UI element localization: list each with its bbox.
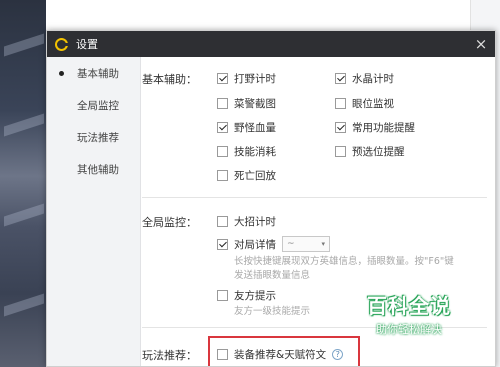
sidebar-item-label: 其他辅助 (77, 163, 119, 176)
watermark-subtitle: 助你轻松解决 (376, 323, 442, 336)
sidebar-item-play[interactable]: 玩法推荐 (47, 123, 140, 151)
close-button[interactable]: × (471, 34, 491, 54)
art-streak (4, 33, 44, 57)
hotkey-select[interactable]: ~ ▾ (282, 236, 330, 252)
checkbox[interactable] (217, 122, 228, 133)
checkbox[interactable] (217, 349, 228, 360)
option-preselect-reminder[interactable]: 预选位提醒 (335, 144, 405, 159)
option-match-detail[interactable]: 对局详情 ~ ▾ (217, 236, 330, 252)
option-ally-hint[interactable]: 友方提示 (217, 288, 276, 303)
checkbox[interactable] (335, 98, 346, 109)
help-icon[interactable]: ? (332, 349, 344, 360)
watermark-title: 百科全说 (367, 294, 451, 318)
checkbox[interactable] (217, 73, 228, 84)
match-detail-hint: 长按快捷键展现双方英雄信息，插眼数量。按"F6"键 (234, 256, 454, 267)
checkbox[interactable] (217, 146, 228, 157)
chevron-down-icon: ▾ (321, 240, 325, 248)
checkbox[interactable] (217, 170, 228, 181)
sidebar-item-monitor[interactable]: 全局监控 (47, 91, 140, 119)
checkbox[interactable] (335, 122, 346, 133)
match-detail-hint-2: 发送插眼数量信息 (234, 270, 311, 281)
sidebar-item-basic[interactable]: 基本辅助 (47, 59, 140, 87)
background-top (0, 0, 500, 16)
watermark: 百科全说 助你轻松解决 (350, 290, 468, 337)
settings-sidebar: 基本辅助 全局监控 玩法推荐 其他辅助 (47, 57, 141, 366)
sidebar-item-label: 基本辅助 (77, 67, 119, 80)
option-jungle-timer[interactable]: 打野计时 (217, 71, 276, 86)
ally-hint-text: 友方一级技能提示 (234, 306, 311, 317)
checkbox[interactable] (217, 98, 228, 109)
option-death-replay[interactable]: 死亡回放 (217, 168, 276, 183)
section-label-monitor: 全局监控： (142, 216, 197, 229)
option-monster-hp[interactable]: 野怪血量 (217, 120, 276, 135)
checkbox[interactable] (217, 238, 228, 250)
section-label-basic: 基本辅助： (142, 73, 197, 86)
art-streak (4, 113, 44, 137)
option-screenshot[interactable]: 菜警截图 (217, 96, 276, 111)
sidebar-item-other[interactable]: 其他辅助 (47, 155, 140, 183)
section-label-play: 玩法推荐： (142, 349, 197, 362)
option-ward-monitor[interactable]: 眼位监视 (335, 96, 394, 111)
option-function-reminder[interactable]: 常用功能提醒 (335, 120, 415, 135)
option-crystal-timer[interactable]: 水晶计时 (335, 71, 394, 86)
background-game-art (0, 0, 46, 367)
option-ult-timer[interactable]: 大招计时 (217, 214, 276, 229)
checkbox[interactable] (335, 146, 346, 157)
checkbox[interactable] (217, 290, 228, 301)
checkbox[interactable] (217, 216, 228, 227)
art-streak (4, 293, 44, 317)
app-logo-icon (55, 37, 68, 51)
section-divider (142, 197, 487, 198)
dialog-title: 设置 (76, 38, 98, 51)
sidebar-item-label: 全局监控 (77, 99, 119, 112)
titlebar: 设置 × (47, 31, 495, 57)
checkbox[interactable] (335, 73, 346, 84)
option-equip-recommend[interactable]: 装备推荐&天赋符文 ? (217, 347, 344, 362)
sidebar-item-label: 玩法推荐 (77, 131, 119, 144)
art-streak (4, 203, 44, 227)
option-skill-cost[interactable]: 技能消耗 (217, 144, 276, 159)
